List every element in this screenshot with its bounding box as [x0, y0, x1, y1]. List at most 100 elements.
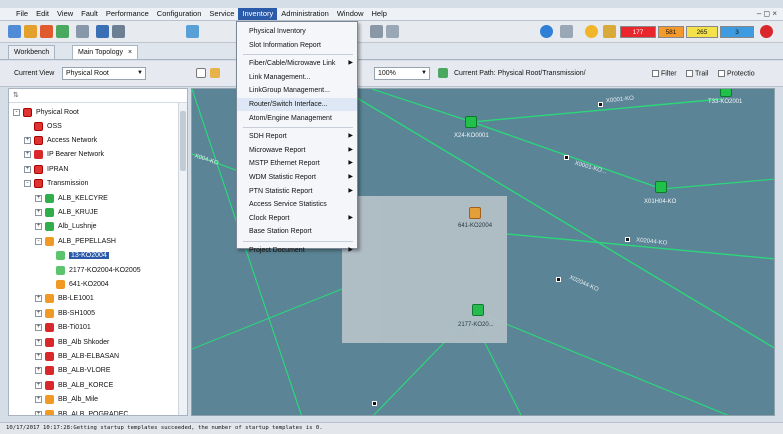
inventory-menu-item[interactable]: MSTP Ethernet Report ▶ [237, 157, 357, 170]
inventory-menu-item[interactable]: Atom/Engine Management [237, 112, 357, 125]
inventory-menu-item[interactable]: WDM Statistic Report ▶ [237, 171, 357, 184]
critical-alarm-count[interactable]: 177 [620, 26, 656, 38]
config-icon[interactable] [76, 25, 89, 38]
expand-icon[interactable]: + [35, 352, 42, 360]
inventory-menu-item[interactable]: Link Management... [237, 71, 357, 84]
menu-inventory[interactable]: Inventory [238, 8, 278, 20]
tree-filter-icon[interactable]: ⇅ [13, 92, 19, 99]
subnet-group[interactable]: 641-KO2004 2177-KO20... [342, 196, 507, 343]
inventory-menu-item[interactable]: Router/Switch Interface... [237, 98, 357, 111]
menu-file[interactable]: File [12, 8, 32, 20]
current-view-select[interactable]: Physical Root ▼ [62, 67, 146, 80]
performance-icon[interactable] [56, 25, 69, 38]
collapse-icon[interactable]: - [24, 180, 31, 188]
inventory-menu-item[interactable]: SDH Report ▶ [237, 130, 357, 143]
tree-item[interactable]: 2177-KO2004-KO2005 [46, 263, 141, 277]
tree-item[interactable]: 13-KO2004 [46, 249, 109, 263]
menu-administration[interactable]: Administration [277, 8, 333, 20]
tree-item[interactable]: 641-KO2004 [46, 277, 109, 291]
inventory-menu-item[interactable]: Fiber/Cable/Microwave Link ▶ [237, 57, 357, 70]
ne-node-x01h04[interactable] [655, 181, 667, 193]
expand-icon[interactable]: + [35, 223, 42, 231]
tree-item[interactable]: OSS [24, 119, 62, 133]
tree-item[interactable]: + ALB_KELCYRE [35, 191, 108, 205]
expand-icon[interactable]: + [35, 324, 42, 332]
menu-window[interactable]: Window [333, 8, 368, 20]
menu-performance[interactable]: Performance [102, 8, 153, 20]
ne-node-641[interactable] [469, 207, 481, 219]
trail-checkbox[interactable]: Trail [686, 70, 708, 77]
scroll-thumb[interactable] [180, 111, 186, 171]
link-marker[interactable] [564, 155, 569, 160]
tree-item[interactable]: + BB_ALB-ELBASAN [35, 349, 119, 363]
expand-icon[interactable]: + [35, 367, 42, 375]
expand-icon[interactable]: + [35, 295, 42, 303]
menu-configuration[interactable]: Configuration [153, 8, 206, 20]
tree-item[interactable]: + BB_ALB_KORCE [35, 378, 113, 392]
tree-root[interactable]: - Physical Root [13, 105, 79, 119]
major-alarm-count[interactable]: 581 [658, 26, 684, 38]
zoom-select[interactable]: 100% ▼ [374, 67, 430, 80]
print-icon[interactable] [370, 25, 383, 38]
ne-node-x24[interactable] [465, 116, 477, 128]
expand-icon[interactable]: + [24, 136, 31, 144]
menu-service[interactable]: Service [205, 8, 238, 20]
expand-icon[interactable]: + [35, 396, 42, 404]
pan-tool-icon[interactable] [210, 68, 220, 78]
tree-item[interactable]: - Transmission [24, 177, 88, 191]
menu-help[interactable]: Help [368, 8, 391, 20]
expand-icon[interactable]: + [24, 151, 31, 159]
globe-icon[interactable] [540, 25, 553, 38]
expand-icon[interactable]: + [35, 194, 42, 202]
inventory-menu-item[interactable]: LinkGroup Management... [237, 84, 357, 97]
tree-item[interactable]: + ALB_KRUJE [35, 205, 98, 219]
tree-scrollbar[interactable] [178, 103, 187, 415]
expand-icon[interactable]: + [35, 381, 42, 389]
tree-item[interactable]: + Alb_Lushnje [35, 220, 97, 234]
expand-icon[interactable]: + [35, 309, 42, 317]
refresh-icon[interactable] [186, 25, 199, 38]
link-marker[interactable] [556, 277, 561, 282]
search-icon[interactable] [112, 25, 125, 38]
inventory-menu-item[interactable]: PTN Statistic Report ▶ [237, 185, 357, 198]
link-marker[interactable] [372, 401, 377, 406]
inventory-menu-item[interactable]: Base Station Report [237, 225, 357, 238]
menu-edit[interactable]: Edit [32, 8, 53, 20]
protection-checkbox[interactable]: Protectio [718, 70, 755, 77]
link-marker[interactable] [598, 102, 603, 107]
tree-item[interactable]: + BB-LE1001 [35, 292, 94, 306]
menu-view[interactable]: View [53, 8, 77, 20]
alarm-icon[interactable] [40, 25, 53, 38]
expand-icon[interactable]: + [35, 338, 42, 346]
tree-item[interactable]: + BB_ALB_POGRADEC [35, 407, 128, 415]
report-icon[interactable] [96, 25, 109, 38]
inventory-menu-item[interactable]: Project Document ▶ [237, 244, 357, 257]
window-icon[interactable] [386, 25, 399, 38]
ne-node-2177[interactable] [472, 304, 484, 316]
window-controls[interactable]: – ◻ × [757, 8, 777, 20]
collapse-icon[interactable]: - [35, 237, 42, 245]
inventory-menu-item[interactable]: Physical Inventory [237, 25, 357, 38]
select-tool-icon[interactable] [196, 68, 206, 78]
lock-icon[interactable] [603, 25, 616, 38]
tree-item[interactable]: + IPRAN [24, 162, 68, 176]
collapse-icon[interactable]: - [13, 108, 20, 116]
tree-item[interactable]: + Access Network [24, 133, 97, 147]
tree-item[interactable]: + BB-SH1005 [35, 306, 95, 320]
expand-icon[interactable]: + [24, 165, 31, 173]
stop-icon[interactable] [760, 25, 773, 38]
inventory-menu-item[interactable]: Clock Report ▶ [237, 212, 357, 225]
topology-icon[interactable] [24, 25, 37, 38]
tree-item[interactable]: + BB_Alb_Mile [35, 393, 98, 407]
inventory-menu-item[interactable]: Microwave Report ▶ [237, 144, 357, 157]
inventory-menu-item[interactable]: Slot Information Report [237, 39, 357, 52]
filter-checkbox[interactable]: Filter [652, 70, 677, 77]
tree-item[interactable]: + IP Bearer Network [24, 148, 104, 162]
close-icon[interactable]: × [128, 49, 132, 56]
tree-item[interactable]: + BB_ALB-VLORE [35, 364, 111, 378]
menu-fault[interactable]: Fault [77, 8, 102, 20]
tree-item[interactable]: + BB_Alb Shkoder [35, 335, 109, 349]
inventory-menu-item[interactable]: Access Service Statistics [237, 198, 357, 211]
tree-item[interactable]: + BB-Ti0101 [35, 321, 91, 335]
tab-workbench[interactable]: Workbench [8, 45, 56, 59]
